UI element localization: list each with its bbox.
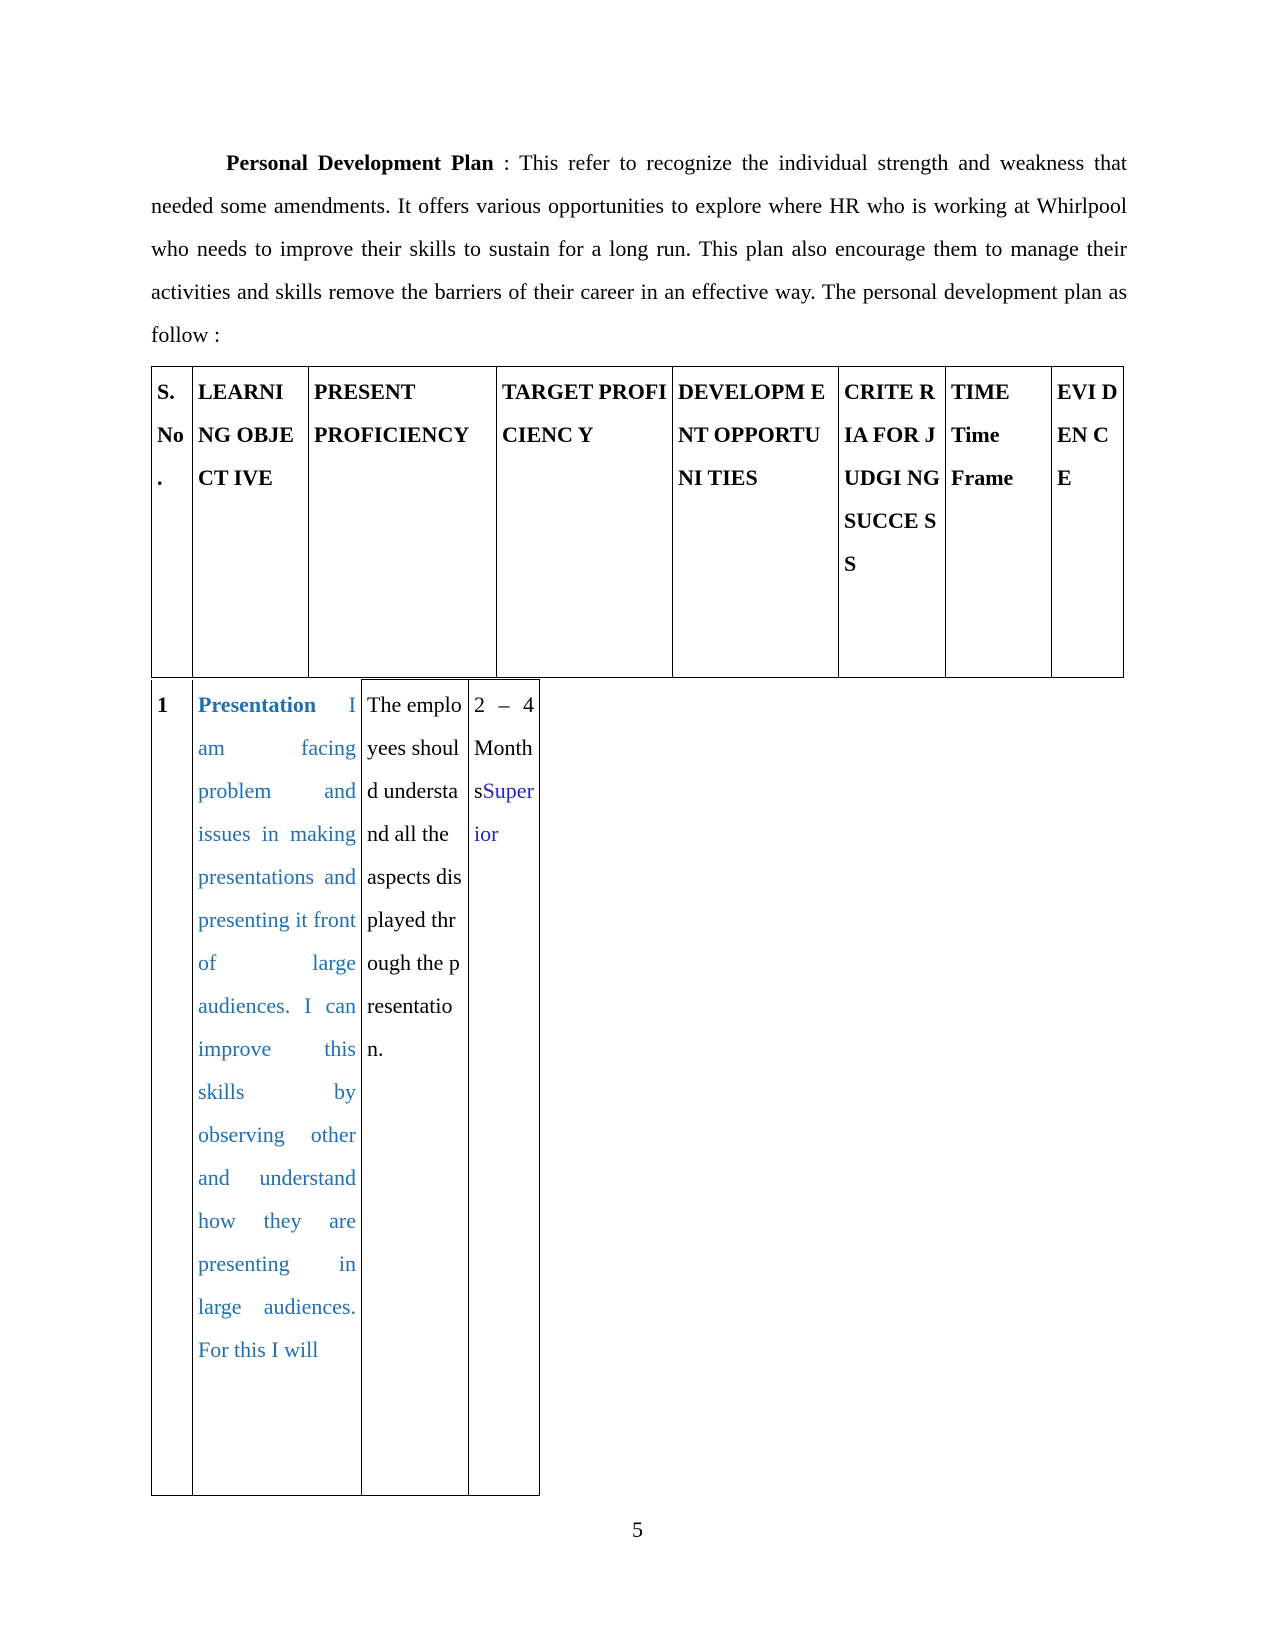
row-learning-objective: Presentation I am facing problem and iss… (192, 679, 362, 1496)
row-time-frame: 2 – 4 MonthsSuperior (468, 679, 540, 1496)
header-target-proficiency: TARGET PROFICIENC Y (496, 366, 673, 678)
header-learning-objective: LEARNI NG OBJECT IVE (192, 366, 309, 678)
intro-heading: Personal Development Plan (226, 150, 494, 175)
header-sno: S. No . (151, 366, 193, 678)
header-present-proficiency: PRESENT PROFICIENCY (308, 366, 497, 678)
row-present-proficiency: The employees should understand all the … (361, 679, 469, 1496)
header-criteria: CRITE RIA FOR JUDGI NG SUCCE SS (838, 366, 946, 678)
objective-text: I am facing problem and issues in making… (198, 691, 356, 1362)
objective-title: Presentation (198, 691, 317, 717)
header-row: S. No . LEARNI NG OBJECT IVE PRESENT PRO… (151, 366, 1124, 678)
table-row: 1 Presentation I am facing problem and i… (151, 679, 540, 1496)
intro-paragraph: Personal Development Plan : This refer t… (151, 141, 1127, 356)
time-frame-superior: Superior (474, 778, 534, 846)
page-number: 5 (632, 1517, 643, 1542)
pdp-table-body: 1 Presentation I am facing problem and i… (151, 679, 540, 1496)
intro-text: : This refer to recognize the individual… (151, 150, 1127, 347)
row-sno: 1 (151, 679, 193, 1496)
header-evidence: EVI DEN CE (1051, 366, 1124, 678)
header-development-opportunities: DEVELOPM ENT OPPORTUNI TIES (672, 366, 839, 678)
pdp-table-header: S. No . LEARNI NG OBJECT IVE PRESENT PRO… (151, 366, 1124, 678)
header-time-frame: TIME Time Frame (945, 366, 1052, 678)
